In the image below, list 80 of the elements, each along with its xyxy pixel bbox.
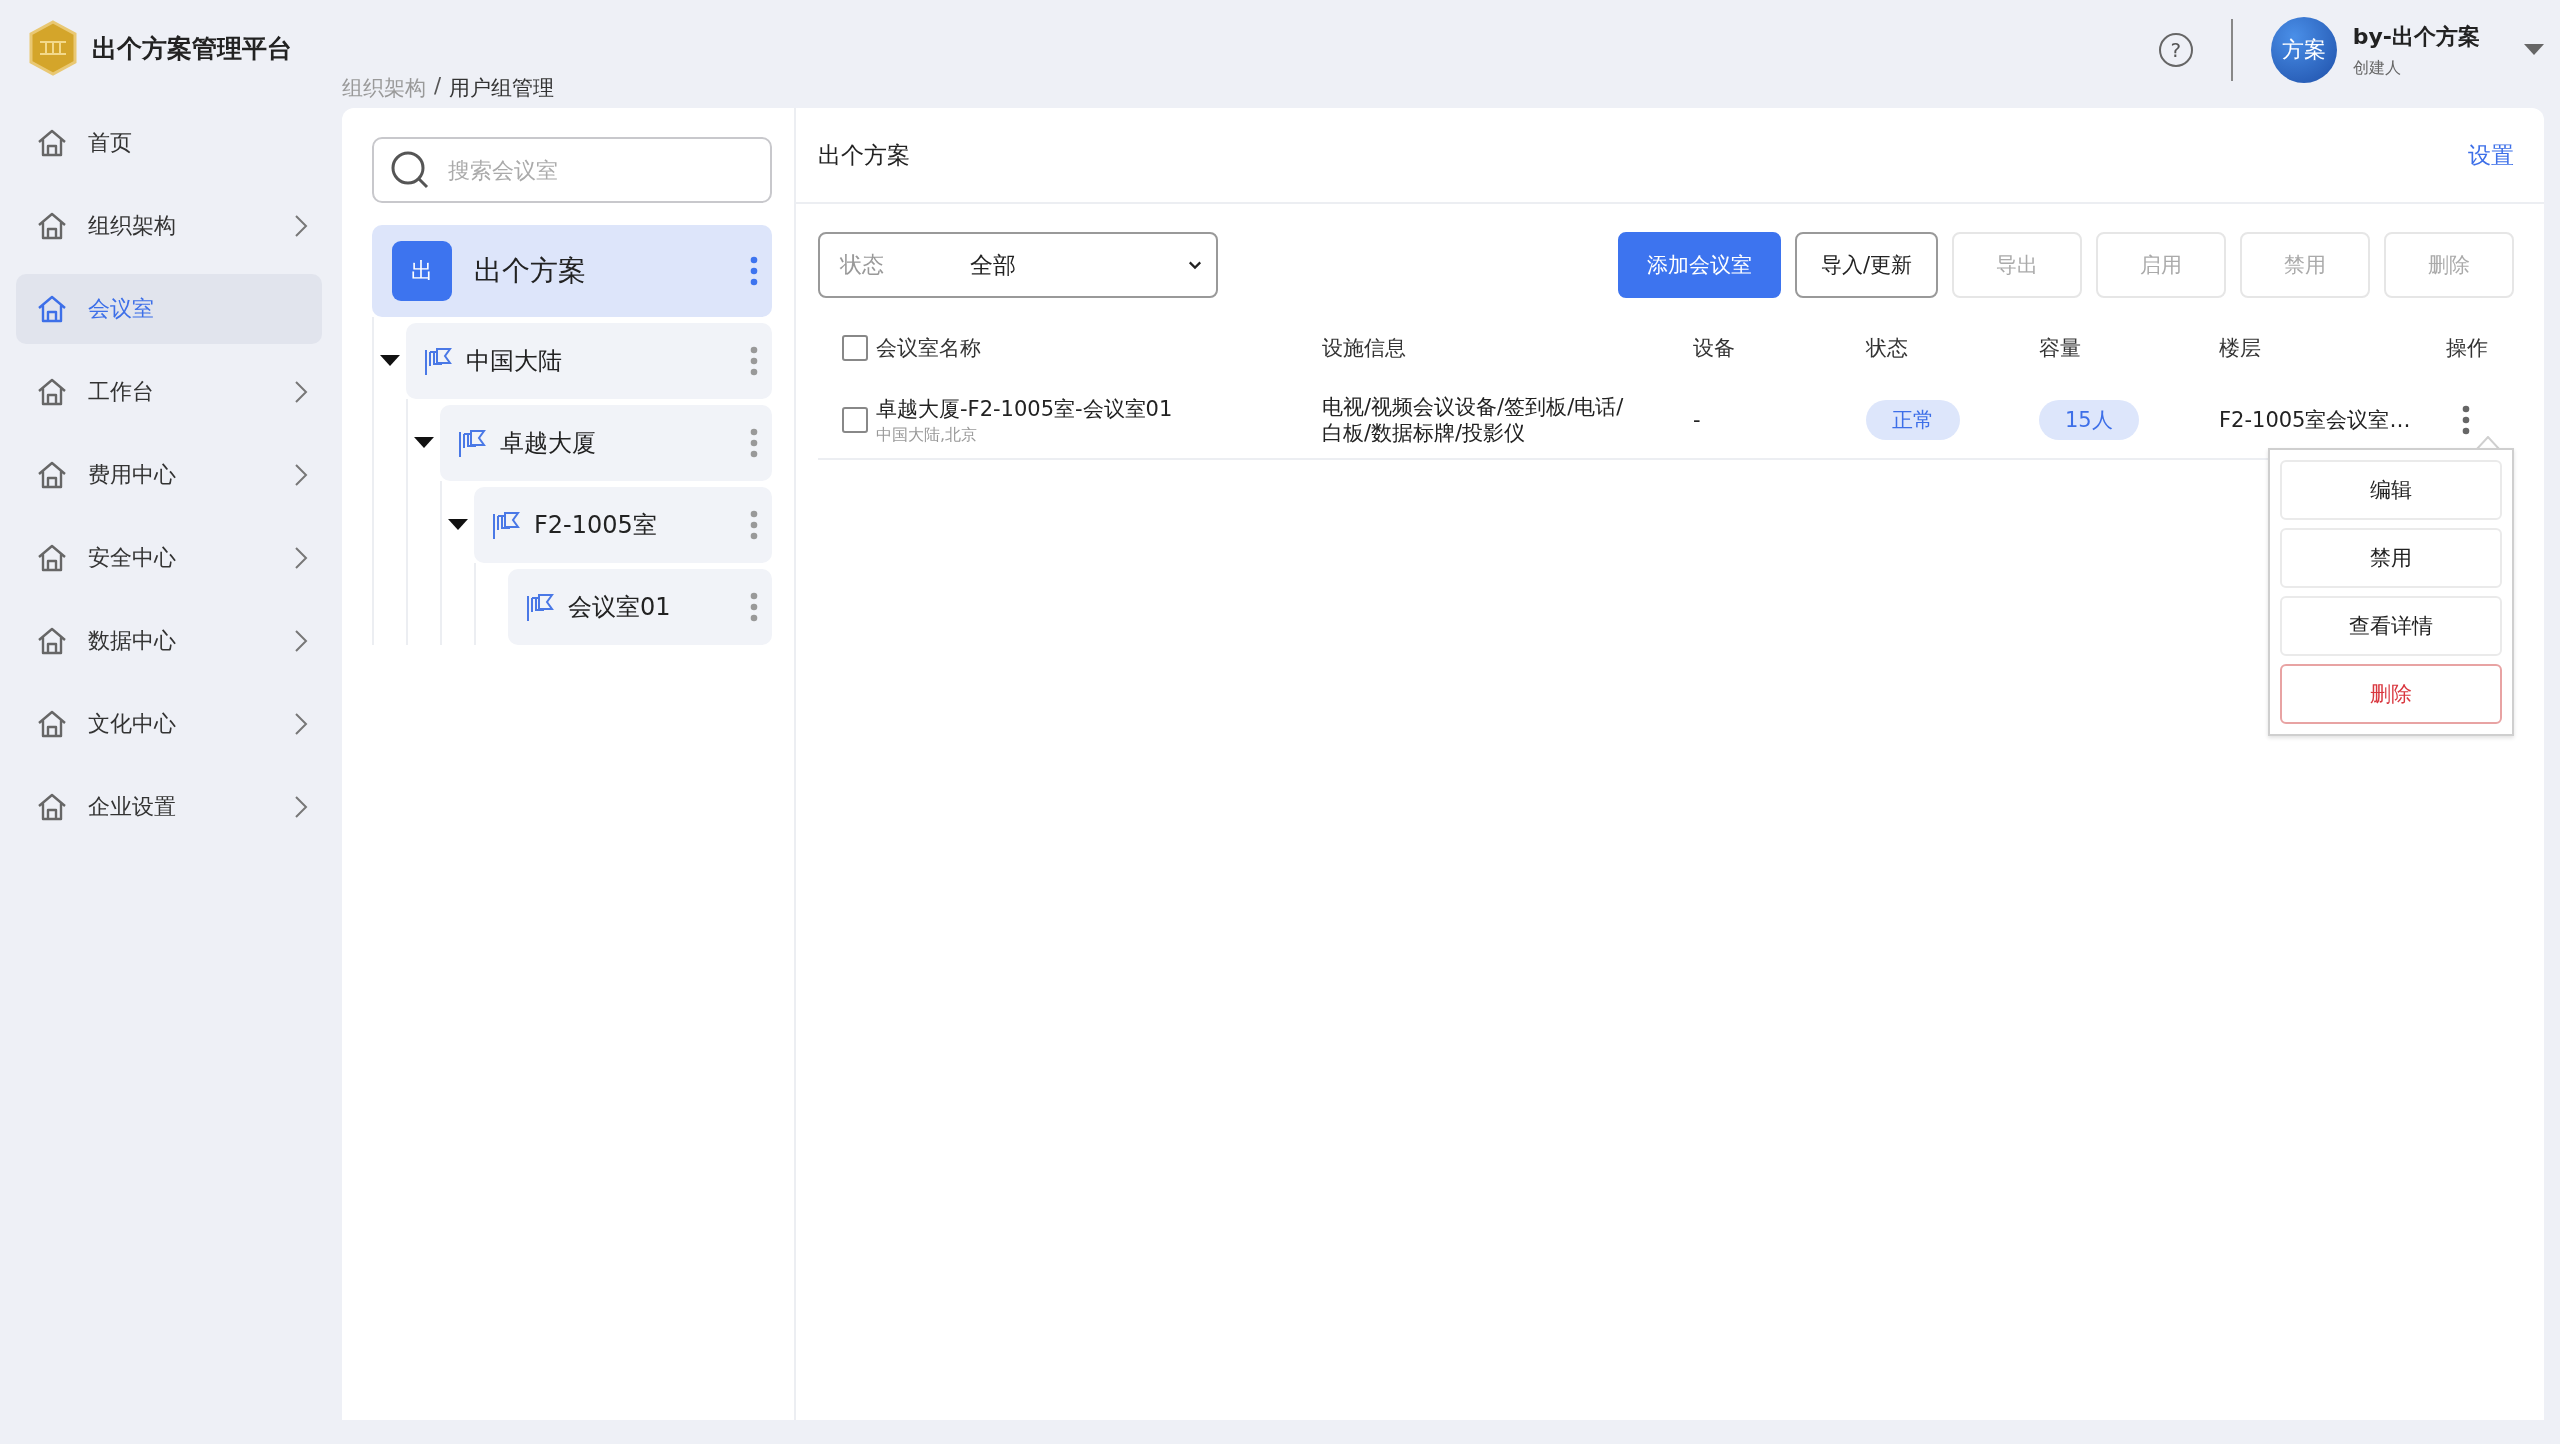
- user-name: by-出个方案: [2352, 22, 2480, 51]
- chevron-down-icon: [1188, 260, 1202, 270]
- capacity-tag: 15人: [2039, 400, 2139, 440]
- home-icon: [36, 293, 68, 325]
- menu-item[interactable]: 查看详情: [2280, 596, 2502, 656]
- chevron-right-icon: [294, 629, 308, 653]
- sidebar-item[interactable]: 组织架构: [16, 191, 322, 261]
- breadcrumb-item: 用户组管理: [449, 75, 555, 102]
- column-header: 会议室名称: [876, 335, 982, 362]
- flag-icon: [492, 510, 520, 540]
- sidebar-item[interactable]: 费用中心: [16, 440, 322, 510]
- help-button[interactable]: ?: [2158, 33, 2193, 67]
- flag-icon: [424, 346, 452, 376]
- table-cell-text: -: [1693, 408, 1702, 432]
- sidebar-item[interactable]: 文化中心: [16, 689, 322, 759]
- menu-item[interactable]: 删除: [2280, 664, 2502, 724]
- more-icon[interactable]: [750, 256, 758, 286]
- sidebar-item[interactable]: 会议室: [16, 274, 322, 344]
- sidebar-item[interactable]: 企业设置: [16, 772, 322, 842]
- room-location: 中国大陆,北京: [876, 424, 979, 446]
- org-badge: 出: [392, 241, 452, 301]
- caret-icon[interactable]: [380, 355, 400, 367]
- caret-icon[interactable]: [448, 519, 468, 531]
- tree-item[interactable]: 卓越大厦: [440, 405, 772, 481]
- status-tag: 正常: [1866, 400, 1960, 440]
- column-header: 操作: [2446, 335, 2489, 362]
- column-header: 楼层: [2219, 335, 2262, 362]
- more-icon[interactable]: [750, 592, 758, 622]
- column-header: 设施信息: [1322, 335, 1407, 362]
- user-avatar[interactable]: 方案: [2270, 17, 2337, 83]
- status-select[interactable]: 状态 全部: [818, 232, 1218, 298]
- select-all-checkbox[interactable]: [842, 335, 868, 361]
- toolbar-button[interactable]: 导入/更新: [1794, 232, 1938, 298]
- more-icon[interactable]: [750, 428, 758, 458]
- more-icon[interactable]: [2462, 405, 2470, 435]
- user-role: 创建人: [2352, 57, 2402, 79]
- settings-link[interactable]: 设置: [2468, 139, 2514, 171]
- row-checkbox[interactable]: [842, 407, 868, 433]
- chevron-right-icon: [294, 214, 308, 238]
- home-icon: [36, 210, 68, 242]
- logo-icon: [28, 20, 78, 76]
- column-header: 状态: [1866, 335, 1909, 362]
- flag-icon: [458, 428, 486, 458]
- chevron-right-icon: [294, 463, 308, 487]
- tree-root-item[interactable]: 出 出个方案: [372, 225, 772, 317]
- tree-item[interactable]: 中国大陆: [406, 323, 772, 399]
- room-name: 卓越大厦-F2-1005室-会议室01: [876, 395, 1174, 423]
- flag-icon: [526, 592, 554, 622]
- column-header: 容量: [2039, 335, 2082, 362]
- sidebar-item[interactable]: 安全中心: [16, 523, 322, 593]
- menu-item[interactable]: 禁用: [2280, 528, 2502, 588]
- tree-item[interactable]: F2-1005室: [474, 487, 772, 563]
- app-title: 出个方案管理平台: [92, 32, 292, 65]
- panel-title: 出个方案: [818, 140, 910, 170]
- sidebar-item[interactable]: 工作台: [16, 357, 322, 427]
- sidebar-item[interactable]: 首页: [16, 108, 322, 178]
- search-field[interactable]: 搜索会议室: [372, 137, 772, 203]
- home-icon: [36, 708, 68, 740]
- home-icon: [36, 791, 68, 823]
- caret-icon[interactable]: [414, 437, 434, 449]
- column-header: 设备: [1693, 335, 1736, 362]
- chevron-right-icon: [294, 795, 308, 819]
- breadcrumb-separator: /: [434, 74, 442, 100]
- search-icon: [390, 150, 430, 190]
- home-icon: [36, 542, 68, 574]
- home-icon: [36, 625, 68, 657]
- chevron-right-icon: [294, 712, 308, 736]
- menu-item[interactable]: 编辑: [2280, 460, 2502, 520]
- toolbar-button[interactable]: 添加会议室: [1617, 232, 1781, 298]
- home-icon: [36, 376, 68, 408]
- sidebar-item[interactable]: 数据中心: [16, 606, 322, 676]
- home-icon: [36, 459, 68, 491]
- chevron-right-icon: [294, 380, 308, 404]
- tree-item[interactable]: 会议室01: [508, 569, 772, 645]
- table-cell-text: 电视/视频会议设备/签到板/电话/白板/数据标牌/投影仪: [1322, 393, 1625, 447]
- more-icon[interactable]: [750, 510, 758, 540]
- home-icon: [36, 127, 68, 159]
- chevron-right-icon: [294, 546, 308, 570]
- table-cell-text: F2-1005室会议室…: [2219, 407, 2412, 434]
- more-icon[interactable]: [750, 346, 758, 376]
